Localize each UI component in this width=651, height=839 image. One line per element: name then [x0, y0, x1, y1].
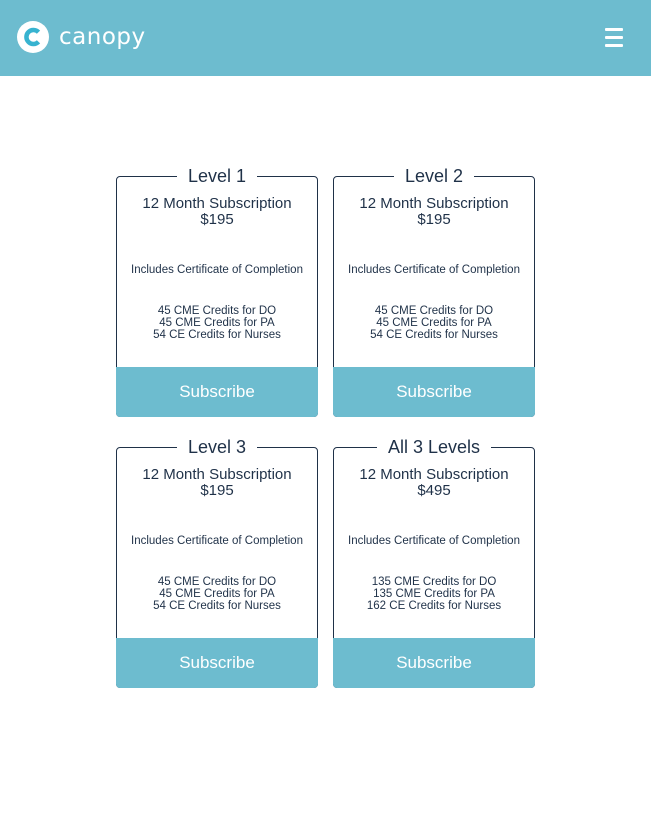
credit-item: 45 CME Credits for PA — [376, 317, 492, 329]
subscription-term: 12 Month Subscription — [359, 466, 509, 483]
plan-price: $195 — [417, 211, 451, 228]
plan-subscription: 12 Month Subscription $195 — [116, 196, 318, 228]
plan-price: $495 — [417, 482, 451, 499]
certificate-note: Includes Certificate of Completion — [131, 535, 303, 547]
plan-card-all-levels: All 3 Levels 12 Month Subscription $495 … — [333, 437, 535, 688]
credit-item: 45 CME Credits for PA — [159, 588, 275, 600]
canopy-logo-icon[interactable] — [17, 21, 49, 53]
subscribe-button[interactable]: Subscribe — [116, 638, 318, 688]
plan-subscription: 12 Month Subscription $195 — [116, 467, 318, 499]
credits-list: 45 CME Credits for DO 45 CME Credits for… — [116, 305, 318, 341]
credit-item: 54 CE Credits for Nurses — [153, 329, 281, 341]
hamburger-menu-icon[interactable] — [605, 28, 623, 47]
credits-list: 45 CME Credits for DO 45 CME Credits for… — [333, 305, 535, 341]
credit-item: 135 CME Credits for DO — [371, 576, 497, 588]
credits-list: 135 CME Credits for DO 135 CME Credits f… — [333, 576, 535, 612]
plan-subscription: 12 Month Subscription $195 — [333, 196, 535, 228]
plan-card-level-1: Level 1 12 Month Subscription $195 Inclu… — [116, 166, 318, 417]
certificate-note: Includes Certificate of Completion — [131, 264, 303, 276]
plan-card-level-3: Level 3 12 Month Subscription $195 Inclu… — [116, 437, 318, 688]
plan-price: $195 — [200, 211, 234, 228]
credit-item: 54 CE Credits for Nurses — [153, 600, 281, 612]
credit-item: 45 CME Credits for DO — [157, 576, 277, 588]
top-header: canopy — [0, 0, 651, 76]
credit-item: 45 CME Credits for DO — [157, 305, 277, 317]
certificate-note: Includes Certificate of Completion — [348, 535, 520, 547]
plan-title: Level 1 — [116, 166, 318, 186]
subscription-term: 12 Month Subscription — [142, 195, 292, 212]
plan-title: Level 2 — [333, 166, 535, 186]
credit-item: 162 CE Credits for Nurses — [366, 600, 502, 612]
subscribe-button[interactable]: Subscribe — [333, 638, 535, 688]
plan-subscription: 12 Month Subscription $495 — [333, 467, 535, 499]
plan-title: All 3 Levels — [333, 437, 535, 457]
subscription-term: 12 Month Subscription — [142, 466, 292, 483]
credit-item: 45 CME Credits for PA — [159, 317, 275, 329]
certificate-note: Includes Certificate of Completion — [348, 264, 520, 276]
credit-item: 45 CME Credits for DO — [374, 305, 494, 317]
plan-title: Level 3 — [116, 437, 318, 457]
subscription-term: 12 Month Subscription — [359, 195, 509, 212]
credit-item: 135 CME Credits for PA — [373, 588, 495, 600]
plan-price: $195 — [200, 482, 234, 499]
subscribe-button[interactable]: Subscribe — [333, 367, 535, 417]
credit-item: 54 CE Credits for Nurses — [370, 329, 498, 341]
subscribe-button[interactable]: Subscribe — [116, 367, 318, 417]
plan-card-level-2: Level 2 12 Month Subscription $195 Inclu… — [333, 166, 535, 417]
credits-list: 45 CME Credits for DO 45 CME Credits for… — [116, 576, 318, 612]
brand-name[interactable]: canopy — [59, 21, 146, 53]
